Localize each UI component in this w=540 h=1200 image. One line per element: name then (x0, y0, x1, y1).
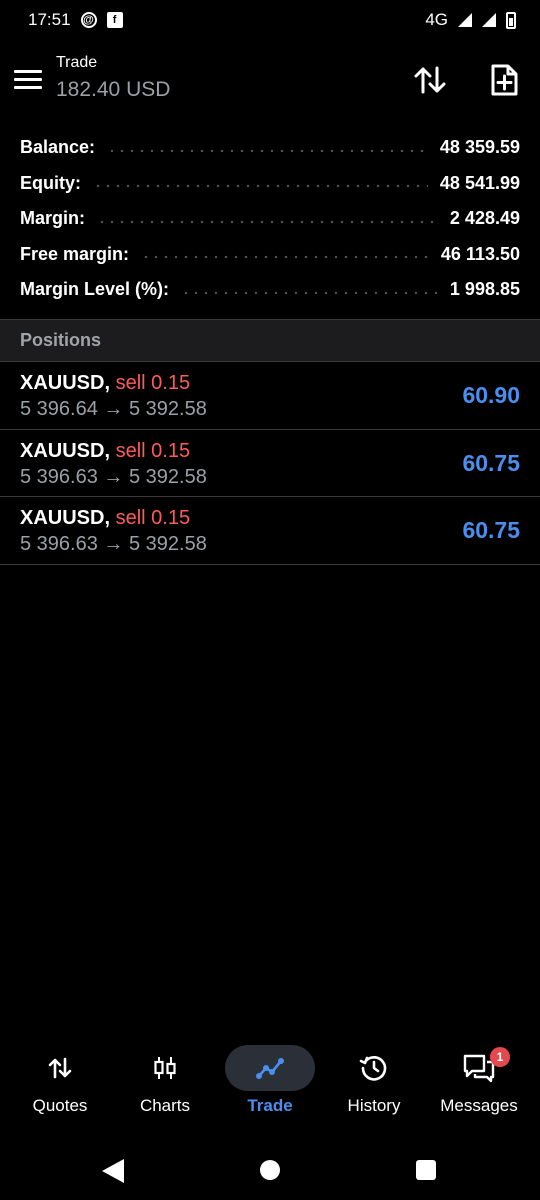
equity-value: 48 541.99 (439, 172, 520, 193)
menu-icon-bar (14, 77, 42, 81)
positions-section-header: Positions (0, 319, 540, 362)
nav-item-charts[interactable]: Charts (111, 1040, 219, 1130)
position-profit: 60.75 (462, 517, 520, 543)
status-right: 4G (425, 10, 516, 30)
battery-icon (506, 11, 516, 29)
margin-level-label: Margin Level (%): (20, 279, 170, 300)
position-symbol: XAUUSD, (20, 507, 111, 529)
new-order-button[interactable] (486, 62, 522, 98)
position-row[interactable]: XAUUSD, sell 0.15 5 396.64 → 5 392.58 60… (0, 362, 540, 430)
dotted-leader (181, 290, 438, 295)
history-icon (359, 1056, 387, 1081)
charts-icon (154, 1057, 176, 1079)
nav-icon-container (120, 1045, 210, 1091)
nav-item-history[interactable]: History (320, 1040, 428, 1130)
position-row[interactable]: XAUUSD, sell 0.15 5 396.63 → 5 392.58 60… (0, 497, 540, 565)
dotted-leader (141, 255, 429, 260)
balance-label: Balance: (20, 137, 96, 158)
summary-row-free-margin: Free margin: 46 113.50 (0, 237, 540, 273)
position-profit: 60.75 (462, 449, 520, 476)
back-icon[interactable] (102, 1159, 124, 1183)
nav-label: History (347, 1096, 401, 1115)
position-side: sell 0.15 (115, 372, 191, 394)
summary-row-balance: Balance: 48 359.59 (0, 130, 540, 166)
margin-value: 2 428.49 (449, 208, 520, 229)
sort-arrows-icon (414, 66, 446, 94)
unread-badge: 1 (490, 1047, 510, 1067)
recent-apps-icon[interactable] (416, 1160, 436, 1180)
dotted-leader (107, 148, 428, 153)
position-prices: 5 396.63 → 5 392.58 (20, 465, 207, 488)
free-margin-label: Free margin: (20, 243, 130, 264)
app-bar: Trade 182.40 USD (0, 48, 540, 112)
margin-label: Margin: (20, 208, 85, 229)
cell-signal-icon (482, 13, 496, 27)
nav-item-trade[interactable]: Trade (216, 1040, 324, 1130)
equity-label: Equity: (20, 172, 81, 193)
data-signal-icon (458, 13, 472, 27)
bottom-navigation: Quotes Charts Trade History 1 Messages (0, 1040, 540, 1130)
trade-icon (256, 1058, 284, 1079)
position-side: sell 0.15 (115, 507, 191, 529)
network-type: 4G (425, 10, 448, 29)
dotted-leader (97, 219, 438, 224)
position-title: XAUUSD, sell 0.15 (20, 507, 190, 530)
facebook-icon: f (106, 12, 123, 28)
nav-label: Messages (440, 1096, 518, 1115)
margin-level-value: 1 998.85 (449, 279, 520, 300)
title-block: Trade 182.40 USD (56, 54, 170, 102)
position-symbol: XAUUSD, (20, 372, 111, 394)
status-bar: 17:51 @ f 4G (0, 0, 540, 40)
menu-icon-bar (14, 85, 42, 89)
new-order-icon (491, 64, 518, 96)
summary-row-margin: Margin: 2 428.49 (0, 201, 540, 237)
menu-icon-bar (14, 69, 42, 73)
nav-label: Quotes (32, 1096, 88, 1115)
system-navigation-bar (0, 1140, 540, 1200)
nav-icon-container (15, 1045, 105, 1091)
nav-label: Charts (139, 1096, 191, 1115)
position-row[interactable]: XAUUSD, sell 0.15 5 396.63 → 5 392.58 60… (0, 430, 540, 497)
nav-icon-container (329, 1045, 419, 1091)
summary-row-margin-level: Margin Level (%): 1 998.85 (0, 272, 540, 308)
nav-icon-container (225, 1045, 315, 1091)
position-symbol: XAUUSD, (20, 439, 111, 462)
status-left: 17:51 @ f (28, 10, 123, 30)
nav-icon-container: 1 (434, 1045, 524, 1091)
account-summary: Balance: 48 359.59 Equity: 48 541.99 Mar… (0, 130, 540, 308)
balance-value: 48 359.59 (439, 137, 520, 158)
nav-label: Trade (247, 1096, 293, 1115)
profit-summary: 182.40 USD (56, 78, 171, 101)
position-profit: 60.90 (462, 382, 520, 408)
menu-button[interactable] (14, 64, 42, 94)
position-prices: 5 396.63 → 5 392.58 (20, 533, 207, 555)
position-title: XAUUSD, sell 0.15 (20, 440, 190, 463)
dotted-leader (93, 184, 428, 189)
position-title: XAUUSD, sell 0.15 (20, 372, 190, 395)
quotes-icon (48, 1057, 72, 1079)
threads-icon: @ (80, 12, 97, 28)
free-margin-value: 46 113.50 (440, 243, 520, 264)
status-time: 17:51 (28, 10, 71, 29)
page-title: Trade (56, 54, 98, 71)
positions-list: XAUUSD, sell 0.15 5 396.64 → 5 392.58 60… (0, 362, 540, 565)
position-side: sell 0.15 (115, 439, 191, 462)
position-prices: 5 396.64 → 5 392.58 (20, 398, 207, 420)
summary-row-equity: Equity: 48 541.99 (0, 166, 540, 202)
nav-item-messages[interactable]: 1 Messages (425, 1040, 533, 1130)
home-icon[interactable] (260, 1160, 280, 1180)
nav-item-quotes[interactable]: Quotes (6, 1040, 114, 1130)
sort-button[interactable] (412, 62, 448, 98)
